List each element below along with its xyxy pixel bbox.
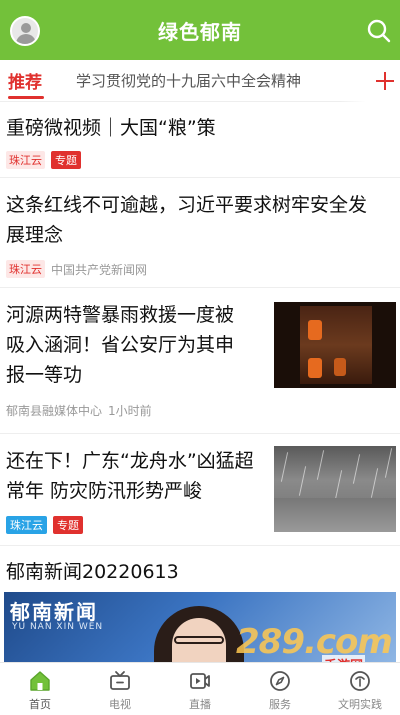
active-tab-indicator: [8, 96, 44, 99]
search-icon[interactable]: [366, 18, 392, 44]
channel-tabs: 推荐 学习贯彻党的十九届六中全会精神: [0, 60, 400, 102]
news-thumbnail[interactable]: [274, 446, 396, 532]
news-meta: 珠江云 中国共产党新闻网: [6, 260, 147, 278]
tab-study-plenary-spirit[interactable]: 学习贯彻党的十九届六中全会精神: [76, 70, 301, 91]
tab-recommend[interactable]: 推荐: [8, 68, 42, 93]
news-thumbnail[interactable]: [274, 302, 396, 388]
nav-item-home[interactable]: 首页: [0, 663, 80, 715]
watermark-logo: 289.com: [236, 622, 393, 662]
app-header: 绿色郁南: [0, 0, 400, 60]
nav-item-civilization[interactable]: 文明实践: [320, 663, 400, 715]
plus-icon[interactable]: [366, 60, 400, 102]
news-item[interactable]: 这条红线不可逾越，习近平要求树牢安全发 展理念 珠江云 中国共产党新闻网: [0, 178, 400, 288]
bottom-nav: 首页 电视 直播 服务 文明实践: [0, 662, 400, 715]
news-meta: 珠江云 专题: [6, 151, 81, 169]
topic-badge: 专题: [53, 516, 83, 534]
nav-item-live[interactable]: 直播: [160, 663, 240, 715]
news-title: 河源两特警暴雨救援一度被 吸入涵洞！省公安厅为其申 报一等功: [6, 304, 235, 386]
source-badge: 珠江云: [6, 151, 45, 169]
news-meta: 珠江云 专题: [6, 516, 83, 534]
compass-icon: [270, 671, 290, 691]
topic-badge: 专题: [51, 151, 81, 169]
user-avatar-icon[interactable]: [10, 16, 40, 46]
app-title: 绿色郁南: [158, 19, 242, 44]
news-item[interactable]: 还在下！广东“龙舟水”凶猛超 常年 防灾防汛形势严峻 珠江云 专题: [0, 434, 400, 546]
video-logo-pinyin: YU NAN XIN WEN: [12, 622, 104, 632]
nav-item-service[interactable]: 服务: [240, 663, 320, 715]
nav-item-tv[interactable]: 电视: [80, 663, 160, 715]
news-source: 郁南县融媒体中心: [6, 404, 103, 418]
news-item[interactable]: 重磅微视频｜大国“粮”策 珠江云 专题: [0, 103, 400, 178]
news-source: 中国共产党新闻网: [51, 262, 148, 277]
source-badge: 珠江云: [6, 260, 45, 278]
news-time: 1小时前: [108, 404, 152, 418]
news-meta: 郁南县融媒体中心 1小时前: [6, 402, 152, 419]
live-video-icon: [190, 673, 210, 689]
news-title: 还在下！广东“龙舟水”凶猛超 常年 防灾防汛形势严峻: [6, 450, 254, 502]
source-badge: 珠江云: [6, 516, 47, 534]
news-item[interactable]: 河源两特警暴雨救援一度被 吸入涵洞！省公安厅为其申 报一等功 郁南县融媒体中心 …: [0, 288, 400, 434]
video-title[interactable]: 郁南新闻20220613: [6, 558, 179, 586]
tv-icon: [110, 671, 130, 690]
civilization-practice-icon: [350, 671, 370, 691]
home-icon: [30, 671, 50, 691]
video-logo: 郁南新闻: [10, 600, 98, 624]
news-title: 这条红线不可逾越，习近平要求树牢安全发 展理念: [6, 194, 368, 246]
news-title: 重磅微视频｜大国“粮”策: [6, 117, 216, 139]
